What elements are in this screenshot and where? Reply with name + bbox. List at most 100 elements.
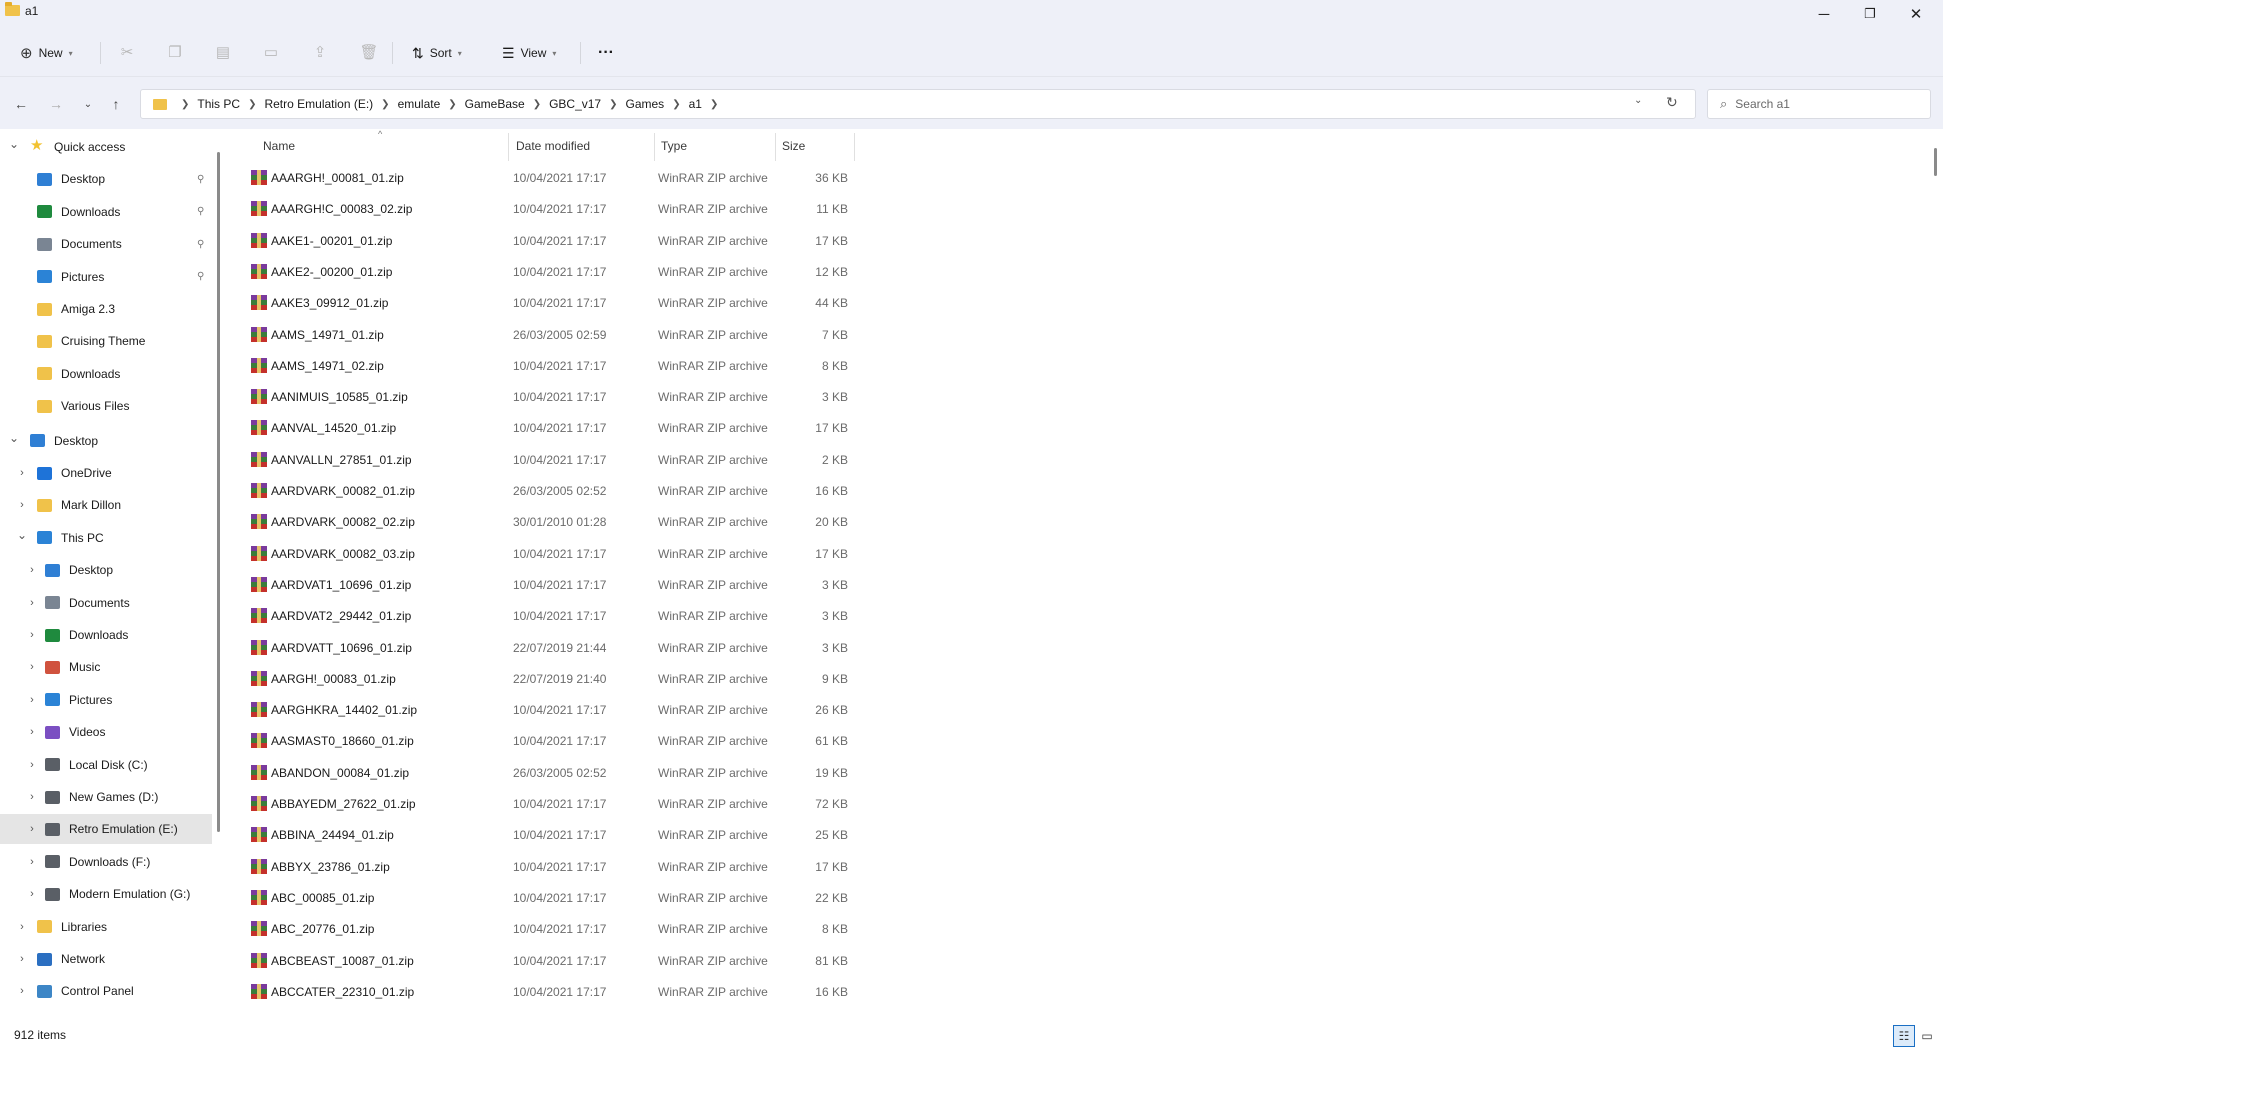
- nav-bottom-item[interactable]: › Libraries: [0, 912, 212, 942]
- breadcrumb-gamebase[interactable]: GameBase: [465, 97, 525, 111]
- nav-quick-item[interactable]: Amiga 2.3: [0, 294, 212, 324]
- file-row[interactable]: AASMAST0_18660_01.zip 10/04/2021 17:17 Win…: [228, 726, 848, 757]
- chevron-right-icon[interactable]: ›: [17, 953, 27, 965]
- column-divider[interactable]: [508, 133, 509, 161]
- file-row[interactable]: AANVALLN_27851_01.zip 10/04/2021 17:17 Win…: [228, 445, 848, 476]
- refresh-button[interactable]: ↻: [1666, 94, 1678, 111]
- chevron-right-icon[interactable]: ❯: [181, 99, 189, 110]
- nav-pc-item[interactable]: › Pictures: [0, 685, 212, 715]
- nav-this-pc[interactable]: ⌄ This PC: [0, 523, 212, 553]
- nav-pc-item[interactable]: › Local Disk (C:): [0, 750, 212, 780]
- details-view-button[interactable]: ☷: [1893, 1025, 1915, 1047]
- file-row[interactable]: AAARGH!_00081_01.zip 10/04/2021 17:17 WinR…: [228, 163, 848, 194]
- file-row[interactable]: ABBYX_23786_01.zip 10/04/2021 17:17 WinRAR…: [228, 852, 848, 883]
- file-row[interactable]: AARDVATT_10696_01.zip 22/07/2019 21:44 Win…: [228, 633, 848, 664]
- chevron-right-icon[interactable]: ❯: [609, 99, 617, 110]
- file-row[interactable]: ABCCATER_22310_01.zip 10/04/2021 17:17 Win…: [228, 977, 848, 1008]
- file-row[interactable]: AAMS_14971_02.zip 10/04/2021 17:17 WinRAR …: [228, 351, 848, 382]
- nav-pc-item[interactable]: › Desktop: [0, 555, 212, 585]
- nav-quick-access[interactable]: ⌄ ★ Quick access: [0, 132, 212, 162]
- back-button[interactable]: ←: [10, 93, 32, 115]
- column-header-type[interactable]: Type: [661, 129, 687, 163]
- chevron-right-icon[interactable]: ›: [27, 759, 37, 771]
- file-row[interactable]: ABC_20776_01.zip 10/04/2021 17:17 WinRAR Z…: [228, 914, 848, 945]
- nav-quick-item[interactable]: Pictures ⚲: [0, 262, 212, 292]
- breadcrumb-this-pc[interactable]: This PC: [197, 97, 240, 111]
- file-list-scrollbar[interactable]: [1934, 148, 1937, 176]
- nav-desktop-item[interactable]: › Mark Dillon: [0, 490, 212, 520]
- address-history-button[interactable]: ⌄: [1634, 95, 1642, 106]
- nav-quick-item[interactable]: Downloads: [0, 359, 212, 389]
- more-options-button[interactable]: ···: [598, 40, 614, 66]
- file-row[interactable]: ABBAYEDM_27622_01.zip 10/04/2021 17:17 Win…: [228, 789, 848, 820]
- chevron-right-icon[interactable]: ›: [27, 791, 37, 803]
- file-row[interactable]: AARDVAT2_29442_01.zip 10/04/2021 17:17 Win…: [228, 601, 848, 632]
- nav-pc-item[interactable]: › Videos: [0, 717, 212, 747]
- breadcrumb-emulate[interactable]: emulate: [398, 97, 441, 111]
- nav-bottom-item[interactable]: › Control Panel: [0, 976, 212, 1006]
- chevron-right-icon[interactable]: ›: [27, 888, 37, 900]
- file-row[interactable]: AARDVARK_00082_01.zip 26/03/2005 02:52 Win…: [228, 476, 848, 507]
- search-input[interactable]: ⌕ Search a1: [1707, 89, 1931, 119]
- file-row[interactable]: ABBINA_24494_01.zip 10/04/2021 17:17 WinRA…: [228, 820, 848, 851]
- chevron-right-icon[interactable]: ›: [17, 985, 27, 997]
- file-row[interactable]: AANIMUIS_10585_01.zip 10/04/2021 17:17 Win…: [228, 382, 848, 413]
- chevron-right-icon[interactable]: ›: [27, 726, 37, 738]
- column-divider[interactable]: [654, 133, 655, 161]
- column-divider[interactable]: [854, 133, 855, 161]
- up-button[interactable]: ↑: [105, 93, 127, 115]
- recent-locations-button[interactable]: ⌄: [77, 93, 99, 115]
- chevron-down-icon[interactable]: ⌄: [17, 528, 27, 542]
- chevron-right-icon[interactable]: ›: [27, 856, 37, 868]
- delete-icon[interactable]: 🗑: [359, 42, 379, 62]
- view-button[interactable]: ☰ View ▾: [502, 40, 556, 66]
- navigation-scrollbar[interactable]: [217, 152, 220, 832]
- chevron-right-icon[interactable]: ❯: [710, 99, 718, 110]
- file-row[interactable]: AANVAL_14520_01.zip 10/04/2021 17:17 WinRA…: [228, 413, 848, 444]
- sort-button[interactable]: ⇅ Sort ▾: [412, 40, 462, 66]
- nav-pc-item[interactable]: › Documents: [0, 588, 212, 618]
- file-row[interactable]: AARGH!_00083_01.zip 22/07/2019 21:40 WinRA…: [228, 664, 848, 695]
- nav-quick-item[interactable]: Documents ⚲: [0, 229, 212, 259]
- column-header-name[interactable]: Name: [263, 129, 295, 163]
- chevron-right-icon[interactable]: ›: [27, 564, 37, 576]
- chevron-right-icon[interactable]: ›: [27, 629, 37, 641]
- share-icon[interactable]: ⇪: [310, 42, 330, 62]
- nav-desktop[interactable]: ⌄ Desktop: [0, 426, 212, 456]
- breadcrumb-gbc-v17[interactable]: GBC_v17: [549, 97, 601, 111]
- column-divider[interactable]: [775, 133, 776, 161]
- chevron-right-icon[interactable]: ›: [27, 597, 37, 609]
- file-row[interactable]: AARGHKRA_14402_01.zip 10/04/2021 17:17 Win…: [228, 695, 848, 726]
- column-header-date-modified[interactable]: Date modified: [516, 129, 590, 163]
- nav-quick-item[interactable]: Desktop ⚲: [0, 164, 212, 194]
- chevron-right-icon[interactable]: ❯: [448, 99, 456, 110]
- nav-pc-item[interactable]: › Music: [0, 652, 212, 682]
- file-row[interactable]: AAARGH!C_00083_02.zip 10/04/2021 17:17 Win…: [228, 194, 848, 225]
- rename-icon[interactable]: ▭: [261, 42, 281, 62]
- chevron-right-icon[interactable]: ❯: [533, 99, 541, 110]
- minimize-button[interactable]: ─: [1801, 0, 1847, 28]
- column-header-size[interactable]: Size: [782, 129, 805, 163]
- nav-desktop-item[interactable]: › OneDrive: [0, 458, 212, 488]
- breadcrumb-games[interactable]: Games: [626, 97, 665, 111]
- chevron-right-icon[interactable]: ❯: [248, 99, 256, 110]
- new-button[interactable]: ⊕ New ▾: [20, 40, 73, 66]
- tiles-view-button[interactable]: ▭: [1916, 1025, 1938, 1047]
- forward-button[interactable]: →: [45, 93, 67, 115]
- maximize-button[interactable]: ❐: [1847, 0, 1893, 28]
- chevron-down-icon[interactable]: ⌄: [9, 431, 19, 445]
- file-row[interactable]: ABC_00085_01.zip 10/04/2021 17:17 WinRAR Z…: [228, 883, 848, 914]
- chevron-right-icon[interactable]: ›: [27, 694, 37, 706]
- breadcrumb-a1[interactable]: a1: [689, 97, 702, 111]
- file-row[interactable]: AARDVARK_00082_02.zip 30/01/2010 01:28 Win…: [228, 507, 848, 538]
- close-button[interactable]: ✕: [1893, 0, 1939, 28]
- nav-quick-item[interactable]: Cruising Theme: [0, 326, 212, 356]
- chevron-down-icon[interactable]: ⌄: [9, 137, 19, 151]
- chevron-right-icon[interactable]: ›: [17, 467, 27, 479]
- chevron-right-icon[interactable]: ❯: [672, 99, 680, 110]
- nav-pc-item[interactable]: › Modern Emulation (G:): [0, 879, 212, 909]
- nav-bottom-item[interactable]: › Network: [0, 944, 212, 974]
- copy-icon[interactable]: ❐: [165, 42, 185, 62]
- chevron-right-icon[interactable]: ›: [27, 823, 37, 835]
- file-row[interactable]: AAKE3_09912_01.zip 10/04/2021 17:17 WinRAR…: [228, 288, 848, 319]
